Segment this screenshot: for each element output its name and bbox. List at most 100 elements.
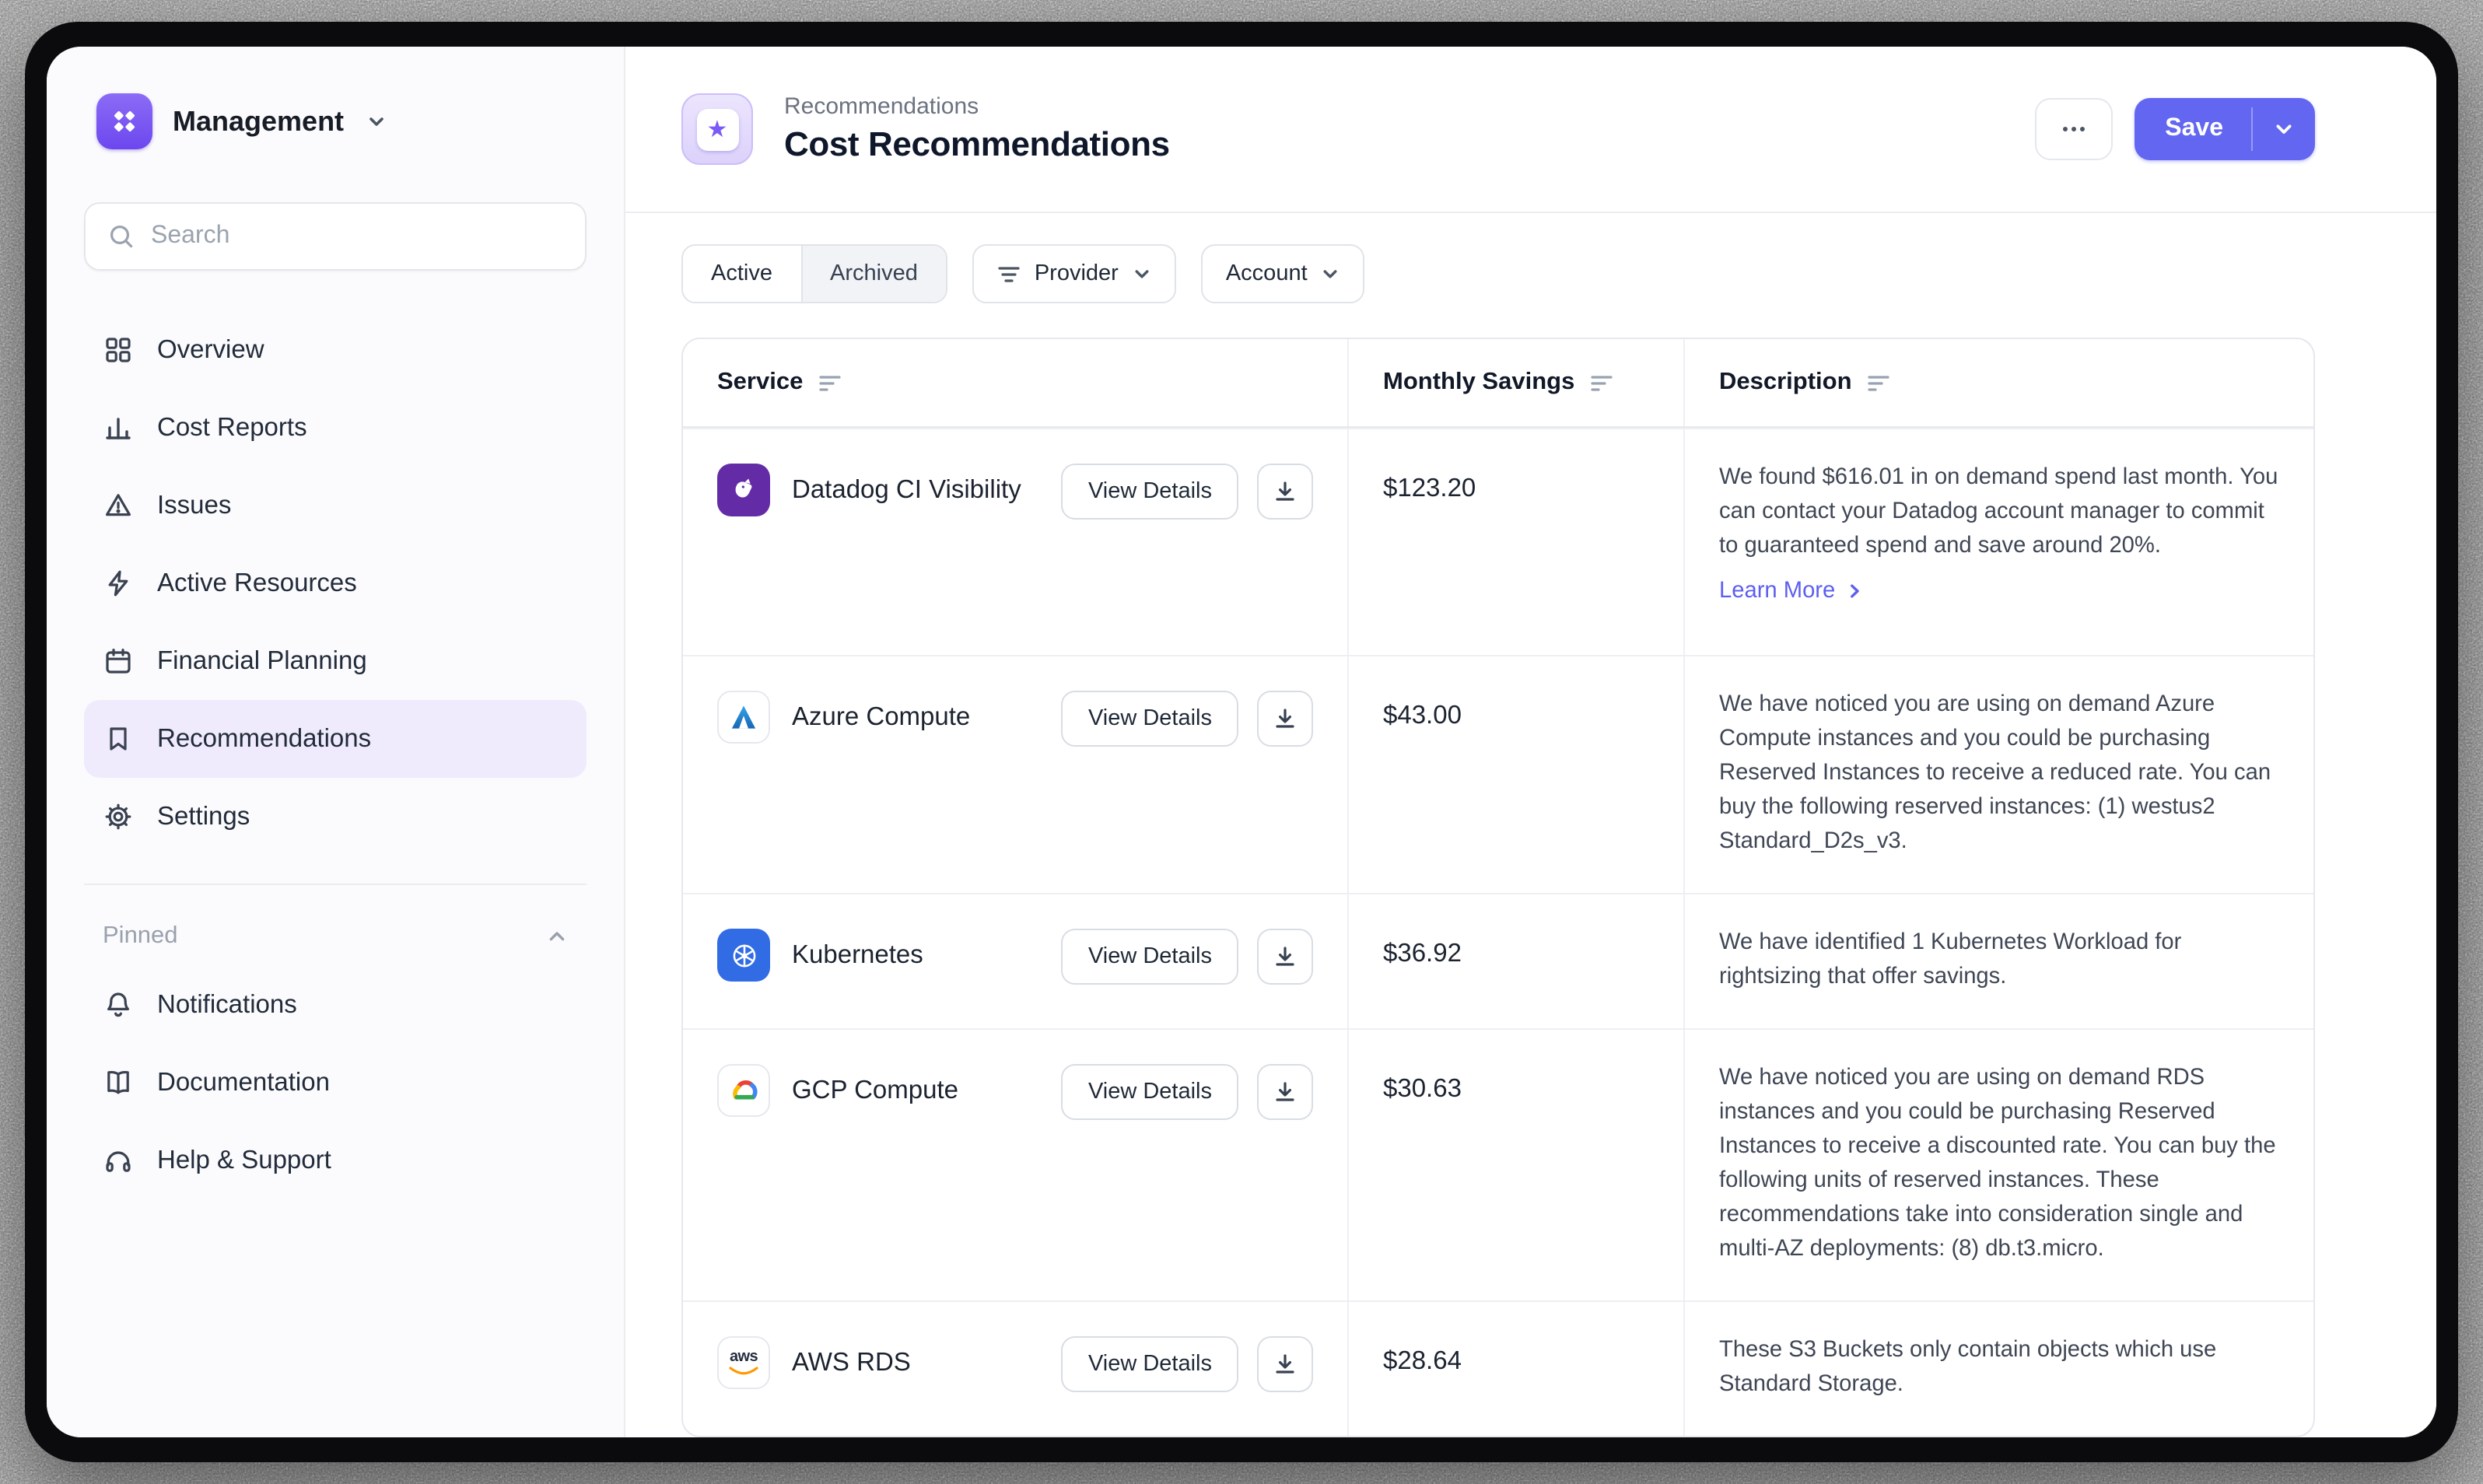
- aws-icon: aws: [717, 1336, 770, 1389]
- chevron-right-icon: [1844, 582, 1863, 600]
- star-icon: ★: [696, 108, 738, 150]
- alert-triangle-icon: [103, 490, 134, 521]
- chevron-up-icon[interactable]: [546, 926, 568, 947]
- recommendation-description: We have noticed you are using on demand …: [1719, 1061, 2282, 1266]
- monthly-savings-value: $30.63: [1383, 1067, 1649, 1104]
- sidebar-item-label: Notifications: [157, 990, 297, 1020]
- status-segmented-control: Active Archived: [681, 244, 947, 303]
- workspace-switcher[interactable]: Management: [84, 87, 587, 156]
- table-header-row: Service Monthly Savings De: [683, 339, 2313, 428]
- kubernetes-icon: [717, 929, 770, 982]
- save-button[interactable]: Save: [2134, 98, 2251, 160]
- account-filter-label: Account: [1226, 261, 1308, 286]
- download-icon: [1273, 944, 1298, 969]
- download-icon: [1273, 1080, 1298, 1104]
- download-button[interactable]: [1257, 1336, 1313, 1392]
- learn-more-link[interactable]: Learn More: [1719, 579, 1863, 604]
- service-name: AWS RDS: [792, 1336, 911, 1389]
- monthly-savings-value: $28.64: [1383, 1339, 1649, 1377]
- sort-icon[interactable]: [1590, 373, 1613, 393]
- column-header-monthly-savings: Monthly Savings: [1383, 369, 1574, 397]
- sidebar-item-cost-reports[interactable]: Cost Reports: [84, 389, 587, 467]
- provider-filter-label: Provider: [1035, 261, 1119, 286]
- view-details-button[interactable]: View Details: [1062, 929, 1238, 985]
- search-box: [84, 202, 587, 271]
- chevron-down-icon: [367, 110, 386, 138]
- search-input[interactable]: [151, 222, 563, 250]
- pinned-section: Pinned Notifications Documentation: [84, 884, 587, 1199]
- pinned-section-label: Pinned: [103, 922, 178, 950]
- column-header-service: Service: [717, 369, 803, 397]
- download-icon: [1273, 706, 1298, 731]
- download-icon: [1273, 479, 1298, 504]
- sidebar-item-active-resources[interactable]: Active Resources: [84, 544, 587, 622]
- gear-icon: [103, 801, 134, 832]
- app-window: Management Overview: [47, 47, 2436, 1437]
- account-filter-button[interactable]: Account: [1201, 244, 1365, 303]
- sidebar: Management Overview: [47, 47, 625, 1437]
- recommendation-description: We have identified 1 Kubernetes Workload…: [1719, 926, 2282, 994]
- sidebar-item-label: Active Resources: [157, 569, 357, 598]
- sidebar-item-help-support[interactable]: Help & Support: [84, 1122, 587, 1199]
- app-logo-icon: [96, 93, 152, 149]
- service-name: Kubernetes: [792, 929, 923, 982]
- main-panel: ★ Recommendations Cost Recommendations S…: [625, 47, 2436, 1437]
- recommendation-description: We found $616.01 in on demand spend last…: [1719, 460, 2282, 563]
- sort-icon[interactable]: [818, 373, 842, 393]
- table-row: Kubernetes View Details $36.92 We have i…: [683, 893, 2313, 1028]
- service-name: Datadog CI Visibility: [792, 464, 1021, 516]
- sidebar-item-notifications[interactable]: Notifications: [84, 966, 587, 1044]
- sidebar-item-label: Financial Planning: [157, 646, 367, 676]
- azure-icon: [717, 691, 770, 744]
- sidebar-item-overview[interactable]: Overview: [84, 311, 587, 389]
- recommendations-badge-icon: ★: [681, 93, 753, 165]
- filter-lines-icon: [997, 264, 1021, 284]
- service-name: GCP Compute: [792, 1064, 958, 1117]
- sidebar-item-issues[interactable]: Issues: [84, 467, 587, 544]
- view-details-button[interactable]: View Details: [1062, 691, 1238, 747]
- column-header-description: Description: [1719, 369, 1852, 397]
- bookmark-icon: [103, 723, 134, 754]
- tab-archived[interactable]: Archived: [800, 246, 946, 302]
- recommendations-table: Service Monthly Savings De: [681, 338, 2315, 1437]
- download-button[interactable]: [1257, 691, 1313, 747]
- sidebar-item-settings[interactable]: Settings: [84, 778, 587, 856]
- download-button[interactable]: [1257, 1064, 1313, 1120]
- provider-filter-button[interactable]: Provider: [972, 244, 1176, 303]
- save-menu-button[interactable]: [2253, 98, 2315, 160]
- monthly-savings-value: $43.00: [1383, 694, 1649, 731]
- book-icon: [103, 1067, 134, 1098]
- monthly-savings-value: $36.92: [1383, 932, 1649, 969]
- sidebar-item-label: Settings: [157, 802, 250, 831]
- download-button[interactable]: [1257, 929, 1313, 985]
- sidebar-item-recommendations[interactable]: Recommendations: [84, 700, 587, 778]
- sidebar-item-label: Documentation: [157, 1068, 330, 1097]
- view-details-button[interactable]: View Details: [1062, 464, 1238, 520]
- bolt-icon: [103, 568, 134, 599]
- table-row: Datadog CI Visibility View Details $123.…: [683, 428, 2313, 655]
- more-options-button[interactable]: [2034, 98, 2112, 160]
- download-icon: [1273, 1352, 1298, 1377]
- recommendation-description: We have noticed you are using on demand …: [1719, 688, 2282, 859]
- calendar-icon: [103, 646, 134, 677]
- chevron-down-icon: [1322, 264, 1340, 283]
- content-area: Active Archived Provider Account: [625, 213, 2436, 1437]
- sidebar-item-documentation[interactable]: Documentation: [84, 1044, 587, 1122]
- sort-icon[interactable]: [1868, 373, 1891, 393]
- save-split-button: Save: [2134, 98, 2315, 160]
- download-button[interactable]: [1257, 464, 1313, 520]
- monthly-savings-value: $123.20: [1383, 467, 1649, 504]
- gcp-icon: [717, 1064, 770, 1117]
- chevron-down-icon: [1133, 264, 1151, 283]
- ellipsis-icon: [2057, 114, 2089, 145]
- page-title: Cost Recommendations: [784, 124, 1170, 165]
- tab-active[interactable]: Active: [683, 246, 800, 302]
- chevron-down-icon: [2273, 118, 2295, 140]
- sidebar-item-financial-planning[interactable]: Financial Planning: [84, 622, 587, 700]
- sidebar-nav: Overview Cost Reports Issues: [84, 311, 587, 856]
- sidebar-item-label: Issues: [157, 491, 231, 520]
- view-details-button[interactable]: View Details: [1062, 1336, 1238, 1392]
- table-row: Azure Compute View Details $43.00 We hav…: [683, 655, 2313, 893]
- learn-more-label: Learn More: [1719, 579, 1835, 604]
- view-details-button[interactable]: View Details: [1062, 1064, 1238, 1120]
